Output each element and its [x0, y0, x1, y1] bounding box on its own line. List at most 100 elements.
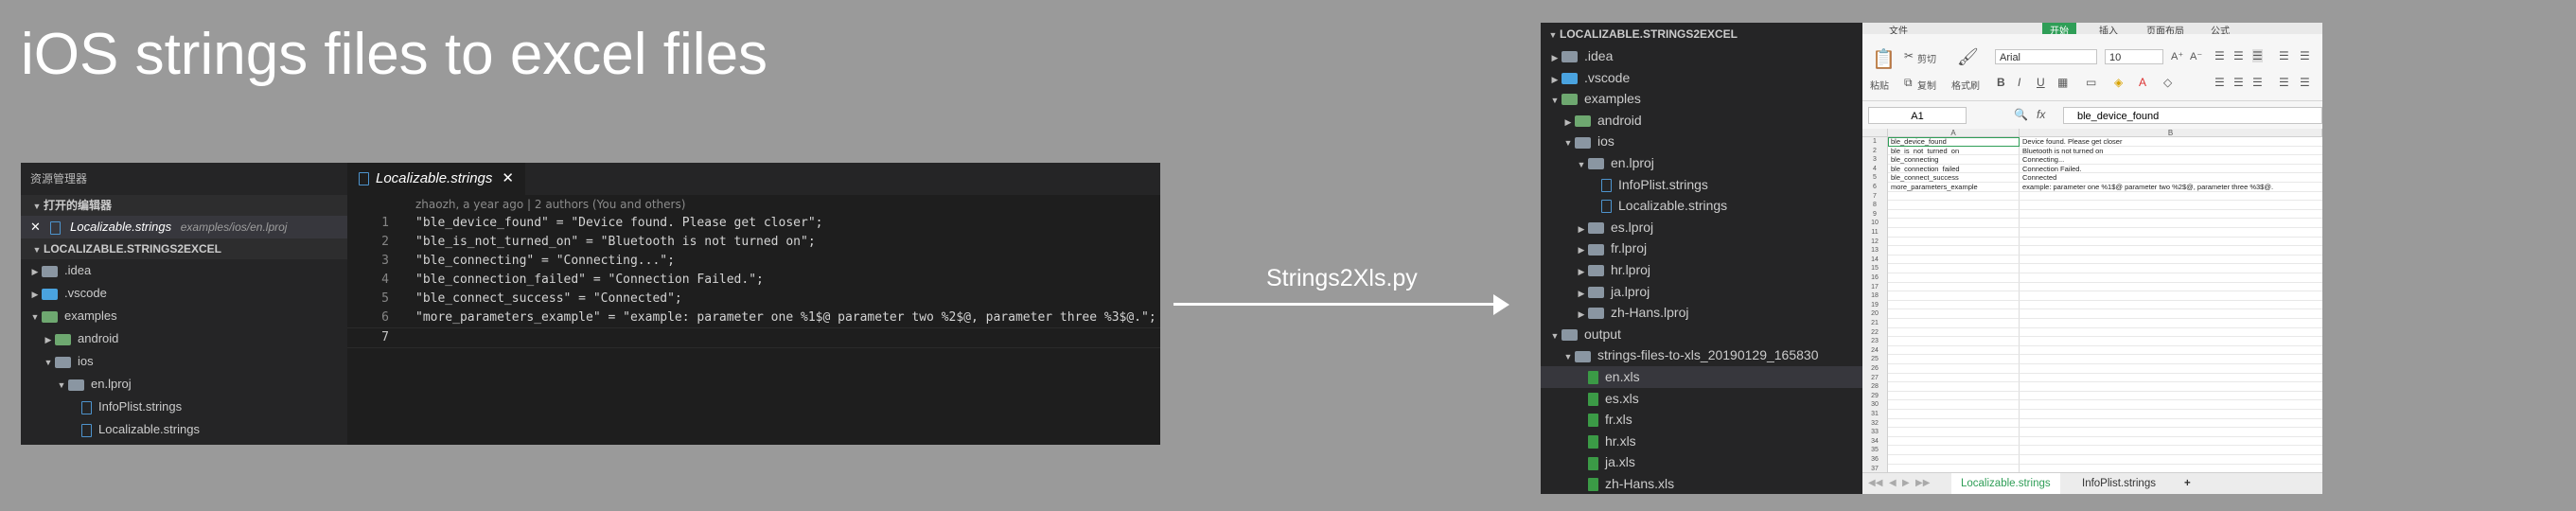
- cell-b[interactable]: [2020, 264, 2322, 273]
- tree-item[interactable]: ▶ .vscode: [1541, 67, 1862, 89]
- code-line[interactable]: 3 "ble_connecting" = "Connecting...";: [347, 252, 1160, 271]
- tree-item[interactable]: InfoPlist.strings: [21, 396, 347, 418]
- paste-label[interactable]: 粘贴: [1870, 78, 1889, 92]
- chevron-right-icon[interactable]: ▶: [1575, 283, 1588, 305]
- row-number[interactable]: 21: [1862, 319, 1888, 328]
- row-number[interactable]: 26: [1862, 364, 1888, 374]
- cell-b[interactable]: [2020, 301, 2322, 310]
- cell-a[interactable]: [1888, 291, 2020, 301]
- cell-a[interactable]: ble_is_not_turned_on: [1888, 146, 2020, 156]
- row-number[interactable]: 1: [1862, 137, 1888, 147]
- chevron-down-icon[interactable]: ▼: [55, 374, 68, 396]
- tree-item[interactable]: ja.xls: [1541, 451, 1862, 473]
- code-line[interactable]: 6 "more_parameters_example" = "example: p…: [347, 308, 1160, 327]
- cell-b[interactable]: [2020, 328, 2322, 338]
- cut-label[interactable]: 剪切: [1917, 51, 1936, 65]
- tree-item[interactable]: ▶ zh-Hans.lproj: [1541, 302, 1862, 324]
- align-right-icon[interactable]: ☰: [2252, 76, 2263, 89]
- justify-icon[interactable]: ☰: [2279, 76, 2289, 89]
- cell-b[interactable]: [2020, 465, 2322, 472]
- align-bottom-icon[interactable]: ☰: [2252, 49, 2263, 62]
- row-number[interactable]: 8: [1862, 201, 1888, 210]
- underline-icon[interactable]: U: [2037, 76, 2045, 89]
- cell-b[interactable]: [2020, 337, 2322, 346]
- chevron-right-icon[interactable]: ▶: [1575, 261, 1588, 283]
- chevron-down-icon[interactable]: ▼: [28, 306, 42, 328]
- outdent-icon[interactable]: ☰: [2300, 49, 2310, 62]
- fill-color-icon[interactable]: ◈: [2114, 76, 2123, 89]
- cell-a[interactable]: [1888, 273, 2020, 283]
- cell-b[interactable]: [2020, 364, 2322, 374]
- cell-a[interactable]: [1888, 364, 2020, 374]
- chevron-right-icon[interactable]: ▶: [1561, 112, 1575, 133]
- tree-item[interactable]: Localizable.strings: [1541, 195, 1862, 217]
- chevron-down-icon[interactable]: ▼: [1561, 346, 1575, 368]
- cell-a[interactable]: ble_connect_success: [1888, 173, 2020, 183]
- row-number[interactable]: 30: [1862, 400, 1888, 410]
- row-number[interactable]: 22: [1862, 327, 1888, 338]
- cell-b[interactable]: [2020, 455, 2322, 465]
- row-number[interactable]: 5: [1862, 173, 1888, 183]
- cell-b[interactable]: [2020, 355, 2322, 364]
- cell-b[interactable]: [2020, 437, 2322, 447]
- tree-item[interactable]: ▼ examples: [21, 305, 347, 327]
- tree-item[interactable]: ▶ .idea: [1541, 45, 1862, 67]
- cell-a[interactable]: [1888, 400, 2020, 410]
- explorer-root[interactable]: ▼ LOCALIZABLE.STRINGS2EXCEL: [1541, 23, 1862, 45]
- format-painter-icon[interactable]: 🖌: [1957, 47, 1979, 67]
- cell-b[interactable]: [2020, 219, 2322, 228]
- cell-a[interactable]: [1888, 464, 2020, 472]
- cell-b[interactable]: Device found. Please get closer: [2020, 137, 2322, 147]
- prev-sheet-icon[interactable]: ◀: [1889, 478, 1897, 488]
- tree-item[interactable]: ▶ ja.lproj: [1541, 281, 1862, 303]
- italic-icon[interactable]: I: [2018, 76, 2020, 89]
- chevron-down-icon[interactable]: ▼: [1548, 90, 1561, 112]
- cell-b[interactable]: [2020, 382, 2322, 392]
- chevron-right-icon[interactable]: ▶: [1575, 219, 1588, 240]
- cell-a[interactable]: ble_device_found: [1888, 137, 2020, 147]
- cell-a[interactable]: [1888, 446, 2020, 455]
- row-number[interactable]: 7: [1862, 191, 1888, 202]
- tree-item[interactable]: hr.xls: [1541, 431, 1862, 452]
- cell-b[interactable]: [2020, 273, 2322, 283]
- cell-b[interactable]: [2020, 283, 2322, 292]
- row-number[interactable]: 12: [1862, 237, 1888, 247]
- chevron-down-icon[interactable]: ▼: [1575, 154, 1588, 176]
- align-left-icon[interactable]: ☰: [2214, 76, 2225, 89]
- cell-b[interactable]: [2020, 446, 2322, 455]
- cell-b[interactable]: [2020, 374, 2322, 383]
- indent-icon[interactable]: ☰: [2279, 49, 2289, 62]
- row-number[interactable]: 27: [1862, 373, 1888, 383]
- cell-b[interactable]: [2020, 419, 2322, 429]
- cell-a[interactable]: [1888, 264, 2020, 273]
- cell-a[interactable]: [1888, 209, 2020, 220]
- cell-a[interactable]: ble_connecting: [1888, 155, 2020, 165]
- tree-item[interactable]: ▶ fr.lproj: [1541, 238, 1862, 259]
- add-sheet-button[interactable]: +: [2175, 473, 2200, 494]
- row-number[interactable]: 25: [1862, 355, 1888, 364]
- spreadsheet-grid[interactable]: A B 1 ble_device_found Device found. Pleas…: [1862, 129, 2322, 472]
- tree-item[interactable]: ▶ android: [21, 327, 347, 350]
- cell-a[interactable]: [1888, 246, 2020, 256]
- row-number[interactable]: 32: [1862, 418, 1888, 429]
- chevron-right-icon[interactable]: ▶: [1575, 304, 1588, 326]
- cell-b[interactable]: [2020, 192, 2322, 202]
- tree-item[interactable]: ▼ ios: [21, 350, 347, 373]
- code-line[interactable]: 1 "ble_device_found" = "Device found. Ple…: [347, 214, 1160, 233]
- tree-item[interactable]: ▼ examples: [1541, 88, 1862, 110]
- next-sheet-icon[interactable]: ▶: [1902, 478, 1910, 488]
- align-center-icon[interactable]: ☰: [2233, 76, 2244, 89]
- row-number[interactable]: 14: [1862, 255, 1888, 265]
- cell-b[interactable]: [2020, 201, 2322, 210]
- increase-font-icon[interactable]: A⁺: [2171, 50, 2183, 62]
- tree-item[interactable]: fr.xls: [1541, 409, 1862, 431]
- tree-item[interactable]: ▼ output: [1541, 324, 1862, 345]
- row-number[interactable]: 31: [1862, 410, 1888, 419]
- cell-b[interactable]: [2020, 392, 2322, 401]
- select-all-corner[interactable]: [1862, 129, 1888, 137]
- cell-a[interactable]: ble_connection_failed: [1888, 164, 2020, 174]
- cell-a[interactable]: [1888, 418, 2020, 429]
- row-number[interactable]: 35: [1862, 446, 1888, 455]
- cell-b[interactable]: Connection Failed.: [2020, 165, 2322, 174]
- code-line[interactable]: 5 "ble_connect_success" = "Connected";: [347, 290, 1160, 308]
